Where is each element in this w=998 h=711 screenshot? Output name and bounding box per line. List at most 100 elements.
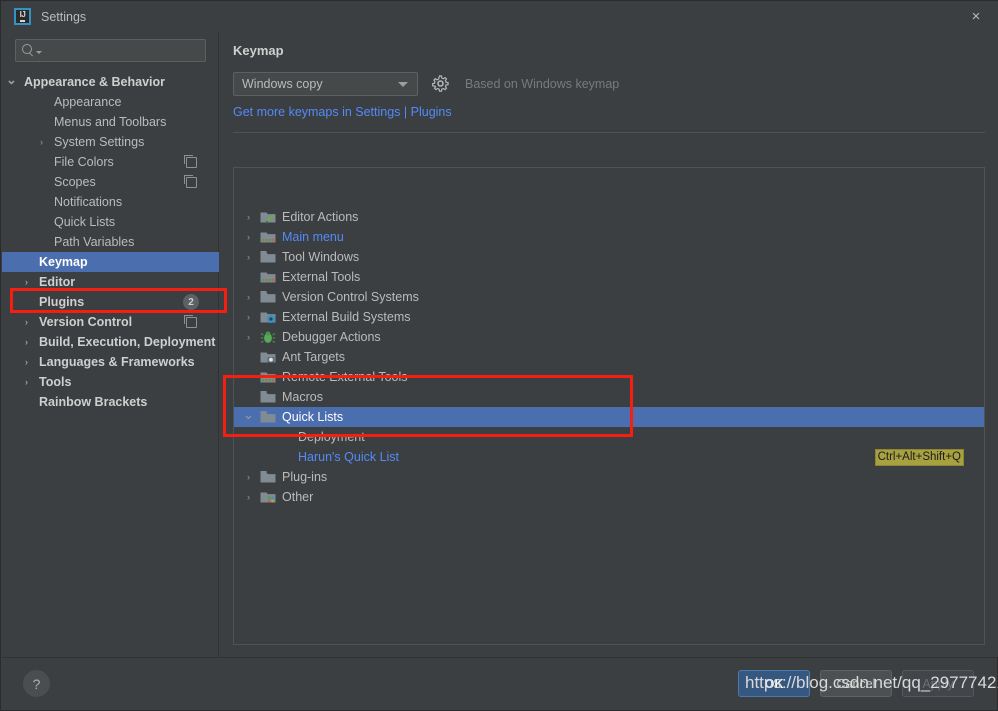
actions-tree: › Editor Actions › Main menu › Tool Windows Ex… <box>233 167 985 645</box>
folder-icon <box>260 390 276 404</box>
folder-gear-icon <box>260 310 276 324</box>
help-button[interactable]: ? <box>23 670 50 697</box>
tree-row[interactable]: › Plug-ins <box>234 467 984 487</box>
keymap-select-value: Windows copy <box>242 77 323 91</box>
tree-row[interactable]: › Editor Actions <box>234 207 984 227</box>
keyboard-shortcut-badge: Ctrl+Alt+Shift+Q <box>874 448 964 466</box>
settings-dialog: IJ Settings × ⌄ Appearance & Behavior Appe… <box>0 0 998 711</box>
based-on-label: Based on Windows keymap <box>465 77 620 91</box>
chevron-right-icon[interactable]: › <box>243 332 254 343</box>
sidebar-item-editor[interactable]: › Editor <box>2 272 219 292</box>
sidebar-item-build-execution-deployment[interactable]: › Build, Execution, Deployment <box>2 332 219 352</box>
chevron-right-icon[interactable]: › <box>243 232 254 243</box>
window-title: Settings <box>41 9 87 24</box>
chevron-right-icon[interactable]: › <box>243 492 254 503</box>
tree-rows: › Editor Actions › Main menu › Tool Windows Ex… <box>234 207 984 507</box>
sidebar-item-label: Path Variables <box>54 235 135 249</box>
sidebar-item-notifications[interactable]: Notifications <box>2 192 219 212</box>
folder-icon <box>260 410 276 424</box>
sidebar-item-label: File Colors <box>54 155 114 169</box>
tree-row[interactable]: › Main menu <box>234 227 984 247</box>
chevron-right-icon[interactable]: › <box>21 317 32 328</box>
tree-row[interactable]: Harun's Quick List Ctrl+Alt+Shift+Q <box>234 447 984 467</box>
tree-row[interactable]: › Tool Windows <box>234 247 984 267</box>
sidebar-item-scopes[interactable]: Scopes <box>2 172 219 192</box>
sidebar-item-system-settings[interactable]: › System Settings <box>2 132 219 152</box>
sidebar-item-menus-and-toolbars[interactable]: Menus and Toolbars <box>2 112 219 132</box>
tree-row-label: Debugger Actions <box>282 330 381 344</box>
chevron-right-icon[interactable]: › <box>21 377 32 388</box>
sidebar-item-appearance-behavior[interactable]: ⌄ Appearance & Behavior <box>2 72 219 92</box>
sidebar-item-tools[interactable]: › Tools <box>2 372 219 392</box>
chevron-right-icon[interactable]: › <box>243 212 254 223</box>
tree-row[interactable]: › Other <box>234 487 984 507</box>
tree-row-label: Main menu <box>282 230 344 244</box>
sidebar-item-label: System Settings <box>54 135 145 149</box>
sidebar-search-input[interactable] <box>15 39 206 62</box>
chevron-right-icon[interactable]: › <box>21 357 32 368</box>
sidebar-item-plugins[interactable]: Plugins 2 <box>2 292 219 312</box>
chevron-right-icon[interactable]: › <box>243 312 254 323</box>
bug-icon <box>260 330 276 344</box>
chevron-right-icon[interactable]: › <box>36 137 47 148</box>
tree-row[interactable]: › Version Control Systems <box>234 287 984 307</box>
sidebar-item-label: Appearance <box>54 95 122 109</box>
gear-icon[interactable] <box>431 75 449 92</box>
sidebar-item-languages-frameworks[interactable]: › Languages & Frameworks <box>2 352 219 372</box>
sidebar-item-label: Languages & Frameworks <box>39 355 195 369</box>
folder-dots-icon <box>260 490 276 504</box>
close-icon[interactable]: × <box>953 1 998 32</box>
sidebar-item-label: Editor <box>39 275 76 289</box>
tree-row[interactable]: External Tools <box>234 267 984 287</box>
chevron-right-icon[interactable]: › <box>21 277 32 288</box>
tree-row[interactable]: Deployment <box>234 427 984 447</box>
chevron-right-icon[interactable]: › <box>243 292 254 303</box>
tree-row-label: Remote External Tools <box>282 370 408 384</box>
divider <box>233 132 985 133</box>
tree-row-label: Harun's Quick List <box>298 450 400 464</box>
tree-row-label: Version Control Systems <box>282 290 419 304</box>
sidebar-item-quick-lists[interactable]: Quick Lists <box>2 212 219 232</box>
tree-row[interactable]: › Debugger Actions <box>234 327 984 347</box>
tree-row[interactable]: Ant Targets <box>234 347 984 367</box>
tree-row-label: External Build Systems <box>282 310 411 324</box>
tree-row-label: Tool Windows <box>282 250 360 264</box>
sidebar-item-file-colors[interactable]: File Colors <box>2 152 219 172</box>
tree-row[interactable]: Remote External Tools <box>234 367 984 387</box>
sidebar-item-appearance[interactable]: Appearance <box>2 92 219 112</box>
sidebar-item-label: Tools <box>39 375 72 389</box>
tree-row[interactable]: › External Build Systems <box>234 307 984 327</box>
status-badge: 2 <box>183 294 199 310</box>
page-title: Keymap <box>233 43 284 58</box>
sidebar-item-rainbow-brackets[interactable]: Rainbow Brackets <box>2 392 219 412</box>
sidebar-item-label: Version Control <box>39 315 133 329</box>
settings-sidebar: ⌄ Appearance & Behavior Appearance Menus an… <box>2 32 219 657</box>
chevron-down-icon[interactable]: ⌄ <box>243 407 254 422</box>
chevron-down-icon[interactable]: ⌄ <box>6 72 17 87</box>
search-icon <box>22 44 35 57</box>
sidebar-item-keymap[interactable]: Keymap <box>2 252 219 272</box>
sidebar-item-label: Scopes <box>54 175 96 189</box>
chevron-down-icon <box>36 51 42 54</box>
copy-icon <box>184 154 197 168</box>
chevron-right-icon[interactable]: › <box>21 337 32 348</box>
tree-row-label: Macros <box>282 390 323 404</box>
chevron-right-icon[interactable]: › <box>243 472 254 483</box>
tree-row-label: Ant Targets <box>282 350 346 364</box>
keymap-select[interactable]: Windows copy <box>233 72 418 96</box>
tree-row-label: External Tools <box>282 270 361 284</box>
sidebar-item-label: Rainbow Brackets <box>39 395 148 409</box>
tree-row-label: Editor Actions <box>282 210 359 224</box>
tree-row-label: Plug-ins <box>282 470 328 484</box>
folder-ant-icon <box>260 350 276 364</box>
sidebar-item-label: Build, Execution, Deployment <box>39 335 216 349</box>
get-more-keymaps-link[interactable]: Get more keymaps in Settings | Plugins <box>233 105 452 119</box>
folder-icon <box>260 470 276 484</box>
sidebar-item-label: Menus and Toolbars <box>54 115 167 129</box>
chevron-right-icon[interactable]: › <box>243 252 254 263</box>
tree-row[interactable]: Macros <box>234 387 984 407</box>
sidebar-item-path-variables[interactable]: Path Variables <box>2 232 219 252</box>
sidebar-item-version-control[interactable]: › Version Control <box>2 312 219 332</box>
tree-row-label: Deployment <box>298 430 365 444</box>
tree-row[interactable]: ⌄ Quick Lists <box>234 407 984 427</box>
